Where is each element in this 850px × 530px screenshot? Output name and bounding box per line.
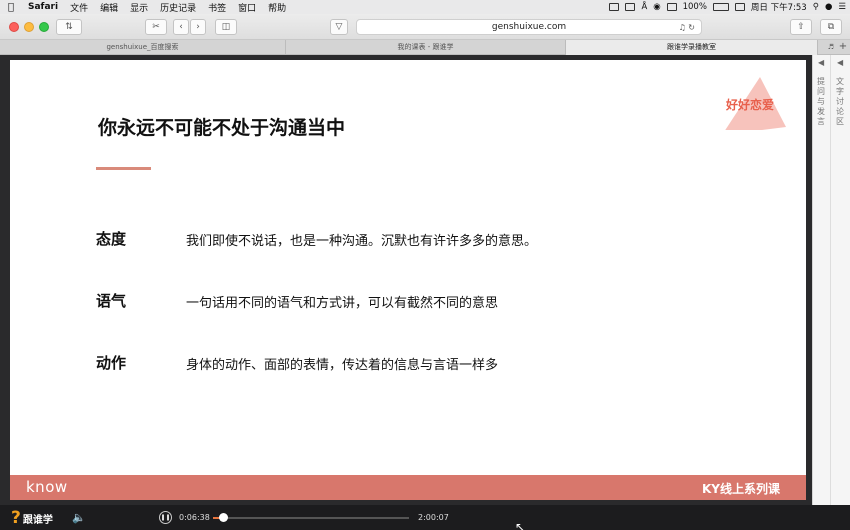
brand-logo-text: 好好恋爱 [726,98,775,112]
menu-item-file[interactable]: 文件 [64,1,94,14]
know-logo: know [26,478,68,496]
wifi-icon[interactable]: ◉ [653,2,660,12]
row-text-attitude: 我们即使不说话，也是一种沟通。沉默也有许许多多的意思。 [186,234,538,249]
tab-label: 跟谁学录播教室 [667,43,716,51]
camera-icon[interactable] [625,3,636,11]
battery-percent: 100% [682,2,707,12]
airplay-icon[interactable] [666,3,677,11]
bluetooth-icon[interactable]: Å [641,2,647,12]
page-content: 你永远不可能不处于沟通当中 态度 我们即使不说话，也是一种沟通。沉默也有许许多多… [0,55,850,505]
collapse-left-icon[interactable]: ◀ [837,58,843,67]
address-bar[interactable]: genshuixue.com ♫ ↻ [356,19,702,35]
progress-track[interactable] [213,517,409,519]
progress-handle[interactable] [219,513,229,522]
screen:  Safari 文件 编辑 显示 历史记录 书签 窗口 帮助 Å ◉ 100%… [0,0,850,530]
side-panel: ◀ 提问与发言 ◀ 文字讨论区 [812,55,850,505]
row-label-action: 动作 [96,354,127,372]
pocket-icon[interactable]: ▽ [330,19,348,35]
url-text: genshuixue.com [491,22,567,32]
status-area: Å ◉ 100% 周日 下午7:53 ⚲ ● ☰ [609,0,846,14]
tab-bar: genshuixue_百度搜索 我的课表 - 跟谁学 跟谁学录播教室 ♬ + [0,40,850,55]
mouse-cursor-icon: ↖ [515,520,526,530]
forward-button[interactable]: › [190,19,206,35]
tab-my-schedule[interactable]: 我的课表 - 跟谁学 [286,40,566,55]
reload-icon[interactable]: ♫ ↻ [679,20,695,35]
video-control-bar: ? 跟谁学 🔈 ❚❚ 0:06:38 2:00:07 ↖ [0,505,850,530]
notification-list-icon[interactable]: ☰ [838,2,846,12]
battery-icon[interactable] [712,3,729,11]
tab-audio-icon[interactable]: ♬ [828,40,834,55]
menu-item-bookmarks[interactable]: 书签 [202,1,232,14]
clock[interactable]: 周日 下午7:53 [751,1,807,13]
slide-footer: know KY线上系列课 [10,475,806,500]
qa-panel-tab[interactable]: ◀ 提问与发言 [813,55,831,505]
input-method-icon[interactable] [734,3,745,11]
sidebar-icon[interactable]: ◫ [215,19,237,35]
collapse-left-icon[interactable]: ◀ [818,58,824,67]
browser-toolbar: ⇅ ✂ ‹ › ◫ ▽ genshuixue.com ♫ ↻ ⇧ ⧉ [0,14,850,40]
row-label-attitude: 态度 [96,230,127,248]
menu-item-edit[interactable]: 编辑 [94,1,124,14]
search-icon[interactable]: ⚲ [813,2,819,12]
new-tab-button[interactable]: + [836,40,850,55]
title-underline [96,167,151,170]
qa-panel-label: 提问与发言 [817,77,825,126]
menu-item-safari[interactable]: Safari [22,2,64,12]
collapse-icon[interactable]: ⇅ [56,19,82,35]
apple-icon[interactable]:  [0,2,22,13]
tab-label: 我的课表 - 跟谁学 [397,43,454,51]
menu-bar:  Safari 文件 编辑 显示 历史记录 书签 窗口 帮助 Å ◉ 100%… [0,0,850,14]
back-button[interactable]: ‹ [173,19,189,35]
row-text-tone: 一句话用不同的语气和方式讲，可以有截然不同的意思 [186,296,499,311]
share-icon[interactable]: ⇧ [790,19,812,35]
volume-icon[interactable]: 🔈 [72,511,86,524]
question-mark-logo-icon: ? [11,508,21,528]
current-time: 0:06:38 [179,513,210,522]
tab-baidu-search[interactable]: genshuixue_百度搜索 [0,40,286,55]
tab-recorded-classroom[interactable]: 跟谁学录播教室 [566,40,818,55]
row-text-action: 身体的动作、面部的表情，传达着的信息与言语一样多 [186,358,499,373]
menu-item-view[interactable]: 显示 [124,1,154,14]
brand-name: 跟谁学 [22,514,53,526]
menu-item-history[interactable]: 历史记录 [154,1,202,14]
menu-item-help[interactable]: 帮助 [262,1,292,14]
tabs-overview-icon[interactable]: ⧉ [820,19,842,35]
lecture-slide: 你永远不可能不处于沟通当中 态度 我们即使不说话，也是一种沟通。沉默也有许许多多… [10,60,806,500]
close-window-button[interactable] [9,22,19,32]
genshuixue-logo: ? 跟谁学 [11,509,53,527]
tab-label: genshuixue_百度搜索 [106,43,179,51]
row-label-tone: 语气 [96,292,127,310]
chat-panel-tab[interactable]: ◀ 文字讨论区 [832,55,850,505]
chat-panel-label: 文字讨论区 [836,77,844,126]
total-time: 2:00:07 [418,513,449,522]
pause-button[interactable]: ❚❚ [159,511,172,524]
slide-title: 你永远不可能不处于沟通当中 [98,117,346,139]
minimize-window-button[interactable] [24,22,34,32]
screen-record-icon[interactable] [609,3,620,11]
fullscreen-window-button[interactable] [39,22,49,32]
scissors-icon[interactable]: ✂ [145,19,167,35]
menu-item-window[interactable]: 窗口 [232,1,262,14]
series-name: KY线上系列课 [702,482,780,496]
user-avatar-icon[interactable]: ● [825,2,832,12]
